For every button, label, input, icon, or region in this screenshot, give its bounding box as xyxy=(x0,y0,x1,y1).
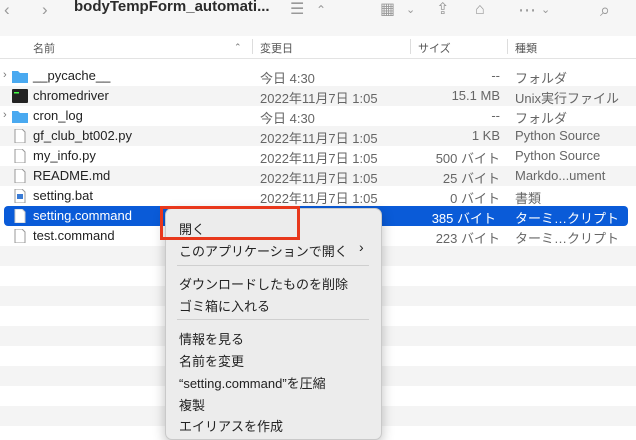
tag-icon[interactable]: ⌂ xyxy=(475,0,485,24)
table-row[interactable]: gf_club_bt002.py 2022年11月7日 1:05 1 KB Py… xyxy=(0,126,636,146)
chevron-down-icon[interactable]: ⌄ xyxy=(406,0,415,24)
file-date: 今日 4:30 xyxy=(260,71,315,86)
file-size: 385 バイト xyxy=(431,211,496,226)
file-kind: Markdo...ument xyxy=(515,168,606,183)
share-icon[interactable]: ⇪ xyxy=(436,0,449,24)
file-date: 2022年11月7日 1:05 xyxy=(260,171,378,186)
more-icon[interactable]: ⋯ xyxy=(518,0,536,24)
table-row[interactable]: README.md 2022年11月7日 1:05 25 バイト Markdo.… xyxy=(0,166,636,186)
file-name: my_info.py xyxy=(33,148,96,163)
document-icon xyxy=(14,149,26,163)
list-view-icon[interactable]: ☰ xyxy=(290,0,304,24)
column-divider[interactable] xyxy=(410,39,411,54)
sort-chevron-icon[interactable]: ⌃ xyxy=(316,0,326,24)
menu-item-duplicate[interactable]: 複製 xyxy=(179,395,205,414)
file-name: cron_log xyxy=(33,108,83,123)
file-name: README.md xyxy=(33,168,111,183)
sort-chevron-icon[interactable]: ⌃ xyxy=(234,42,242,53)
menu-item-delete-downloaded[interactable]: ダウンロードしたものを削除 xyxy=(179,274,348,293)
menu-item-trash[interactable]: ゴミ箱に入れる xyxy=(179,296,270,315)
window-title: bodyTempForm_automati... xyxy=(74,0,270,15)
file-date: 2022年11月7日 1:05 xyxy=(260,191,378,206)
chevron-right-icon: › xyxy=(359,239,364,255)
table-row[interactable]: setting.bat 2022年11月7日 1:05 0 バイト 書類 xyxy=(0,186,636,206)
file-size: 500 バイト xyxy=(435,151,500,166)
chevron-down-icon[interactable]: ⌄ xyxy=(541,0,550,24)
column-size[interactable]: サイズ xyxy=(418,40,451,56)
file-size: -- xyxy=(491,68,500,83)
menu-item-compress[interactable]: “setting.command”を圧縮 xyxy=(179,373,326,392)
file-name: chromedriver xyxy=(33,88,109,103)
table-row[interactable]: › cron_log 今日 4:30 -- フォルダ xyxy=(0,106,636,126)
file-name: test.command xyxy=(33,228,115,243)
file-size: 1 KB xyxy=(471,128,500,143)
document-icon xyxy=(14,129,26,143)
table-row[interactable]: my_info.py 2022年11月7日 1:05 500 バイト Pytho… xyxy=(0,146,636,166)
column-kind[interactable]: 種類 xyxy=(515,40,537,56)
file-date: 2022年11月7日 1:05 xyxy=(260,151,378,166)
file-name: setting.command xyxy=(33,208,132,223)
file-kind: Python Source xyxy=(515,148,601,163)
file-size: 223 バイト xyxy=(435,231,500,246)
file-kind: Python Source xyxy=(515,128,601,143)
folder-icon xyxy=(12,71,28,83)
file-kind: Unix実行ファイル xyxy=(515,91,620,106)
menu-item-get-info[interactable]: 情報を見る xyxy=(179,329,244,348)
document-icon xyxy=(14,229,26,243)
disclosure-icon[interactable]: › xyxy=(3,69,7,81)
toolbar: ‹ › bodyTempForm_automati... ☰ ⌃ ▦ ⌄ ⇪ ⌂… xyxy=(0,0,636,36)
file-name: setting.bat xyxy=(33,188,93,203)
menu-divider xyxy=(177,319,369,320)
file-date: 2022年11月7日 1:05 xyxy=(260,91,378,106)
menu-divider xyxy=(177,265,369,266)
search-icon[interactable]: ⌕ xyxy=(600,0,610,24)
menu-item-make-alias[interactable]: エイリアスを作成 xyxy=(179,416,283,435)
file-size: -- xyxy=(491,108,500,123)
forward-button[interactable]: › xyxy=(42,0,48,24)
batch-file-icon xyxy=(14,189,26,203)
file-size: 15.1 MB xyxy=(451,88,500,103)
column-header: 名前 ⌃ 変更日 サイズ 種類 xyxy=(0,36,636,59)
column-name[interactable]: 名前 xyxy=(33,40,55,56)
back-button[interactable]: ‹ xyxy=(4,0,10,24)
context-menu: 開く このアプリケーションで開く › ダウンロードしたものを削除 ゴミ箱に入れる… xyxy=(165,208,382,440)
table-row[interactable]: chromedriver 2022年11月7日 1:05 15.1 MB Uni… xyxy=(0,86,636,106)
table-row[interactable]: › __pycache__ 今日 4:30 -- フォルダ xyxy=(0,66,636,86)
disclosure-icon[interactable]: › xyxy=(3,109,7,121)
column-divider[interactable] xyxy=(507,39,508,54)
file-kind: ターミ…クリプト xyxy=(515,231,620,246)
file-kind: フォルダ xyxy=(515,111,568,126)
menu-item-rename[interactable]: 名前を変更 xyxy=(179,351,244,370)
file-size: 25 バイト xyxy=(442,171,500,186)
group-view-icon[interactable]: ▦ xyxy=(380,0,395,24)
file-date: 2022年11月7日 1:05 xyxy=(260,131,378,146)
file-date: 今日 4:30 xyxy=(260,111,315,126)
document-icon xyxy=(14,169,26,183)
file-kind: 書類 xyxy=(515,191,542,206)
menu-item-open-with[interactable]: このアプリケーションで開く xyxy=(179,241,348,260)
file-name: __pycache__ xyxy=(33,68,111,83)
file-kind: ターミ…クリプト xyxy=(515,211,620,226)
file-size: 0 バイト xyxy=(450,191,500,206)
highlight-box xyxy=(160,206,300,240)
terminal-exec-icon xyxy=(12,89,28,103)
document-icon xyxy=(14,209,26,223)
file-kind: フォルダ xyxy=(515,71,568,86)
folder-icon xyxy=(12,111,28,123)
column-date[interactable]: 変更日 xyxy=(260,40,293,56)
column-divider[interactable] xyxy=(252,39,253,54)
file-name: gf_club_bt002.py xyxy=(33,128,133,143)
